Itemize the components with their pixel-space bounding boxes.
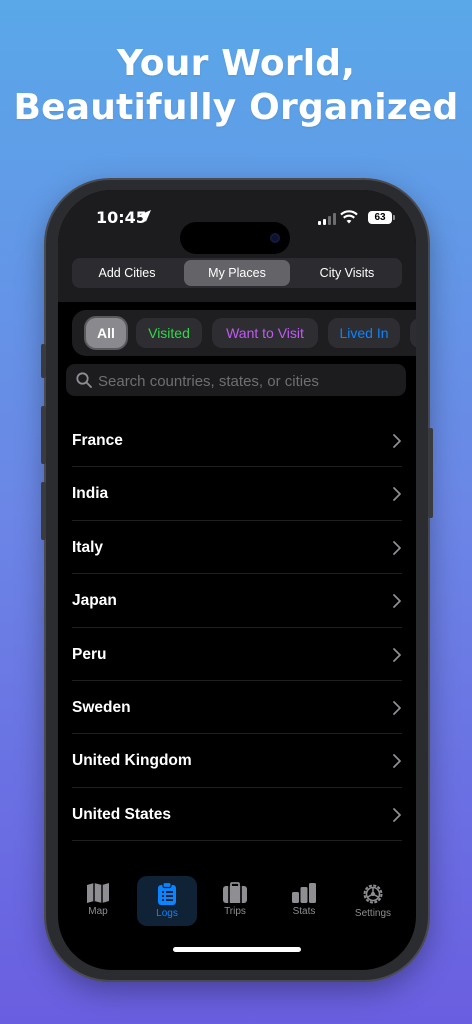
segment-my-places[interactable]: My Places (184, 260, 290, 286)
segment-city-visits[interactable]: City Visits (294, 260, 400, 286)
gear-icon (363, 884, 383, 904)
location-arrow-icon (139, 210, 151, 222)
tab-logs-label: Logs (156, 908, 178, 919)
place-name: Japan (72, 592, 117, 610)
tab-map-label: Map (88, 906, 108, 917)
chevron-right-icon (393, 434, 401, 448)
headline-line-2: Beautifully Organized (13, 87, 459, 128)
volume-down-button (41, 482, 46, 540)
list-item-italy[interactable]: Italy (72, 521, 402, 575)
place-name: France (72, 432, 123, 449)
tab-trips[interactable]: Trips (205, 876, 265, 926)
view-segmented-control: Add Cities My Places City Visits (72, 258, 402, 288)
filter-lived-in[interactable]: Lived In (328, 318, 400, 348)
volume-up-button (41, 406, 46, 464)
cellular-signal-icon (318, 213, 336, 225)
battery-icon: 63 (368, 211, 395, 224)
list-item-peru[interactable]: Peru (72, 628, 402, 681)
wifi-icon (340, 210, 358, 224)
headline-line-1: Your World, (116, 43, 356, 84)
filter-want-to-visit[interactable]: Want to Visit (212, 318, 318, 348)
tab-trips-label: Trips (224, 906, 246, 917)
place-name: United States (72, 805, 172, 823)
list-item-united-kingdom[interactable]: United Kingdom (72, 734, 402, 788)
place-name: Italy (72, 538, 104, 556)
search-bar (66, 364, 406, 398)
list-item-india[interactable]: India (72, 467, 402, 521)
filter-visited[interactable]: Visited (136, 318, 202, 348)
filter-all[interactable]: All (86, 318, 126, 348)
tab-map[interactable]: Map (68, 876, 128, 926)
list-item-japan[interactable]: Japan (72, 574, 402, 628)
tab-stats[interactable]: Stats (274, 876, 334, 926)
camera-icon (270, 233, 280, 243)
tab-stats-label: Stats (292, 906, 316, 917)
tab-settings[interactable]: Settings (343, 876, 403, 926)
status-bar: 10:45 63 (58, 208, 416, 254)
search-icon (76, 372, 92, 388)
phone-frame: 10:45 63 Add Cities My Places City Visit… (41, 180, 433, 980)
app-screen: 10:45 63 Add Cities My Places City Visit… (58, 190, 416, 970)
home-indicator (173, 947, 301, 952)
suitcase-icon (223, 882, 247, 903)
clipboard-list-icon (158, 882, 176, 905)
chevron-right-icon (393, 647, 401, 662)
list-item-france[interactable]: France (72, 414, 402, 468)
place-name: India (72, 485, 109, 503)
chevron-right-icon (393, 540, 401, 555)
place-name: Peru (72, 645, 107, 663)
list-item-united-states[interactable]: United States (72, 788, 402, 842)
place-name: Sweden (72, 698, 131, 716)
tab-bar: Map Logs Trips Stats Settings (58, 876, 416, 936)
action-button (41, 344, 46, 378)
chevron-right-icon (393, 487, 401, 502)
chevron-right-icon (393, 594, 401, 609)
list-item-sweden[interactable]: Sweden (72, 681, 402, 735)
places-list: France India Italy Japan Peru Sweden Uni… (58, 414, 416, 842)
place-name: United Kingdom (72, 752, 192, 770)
headline: Your World, Beautifully Organized (0, 42, 472, 130)
chevron-right-icon (393, 754, 401, 769)
map-icon (87, 883, 109, 903)
chevron-right-icon (393, 701, 401, 715)
segment-add-cities[interactable]: Add Cities (74, 260, 180, 286)
status-filter-bar: All Visited Want to Visit Lived In (72, 310, 416, 356)
tab-settings-label: Settings (354, 908, 392, 919)
search-input[interactable] (96, 364, 400, 398)
tab-logs[interactable]: Logs (137, 876, 197, 926)
filter-more[interactable] (410, 318, 416, 348)
bar-chart-icon (292, 883, 316, 903)
side-button (428, 428, 433, 518)
dynamic-island (180, 222, 290, 254)
chevron-right-icon (393, 807, 401, 822)
